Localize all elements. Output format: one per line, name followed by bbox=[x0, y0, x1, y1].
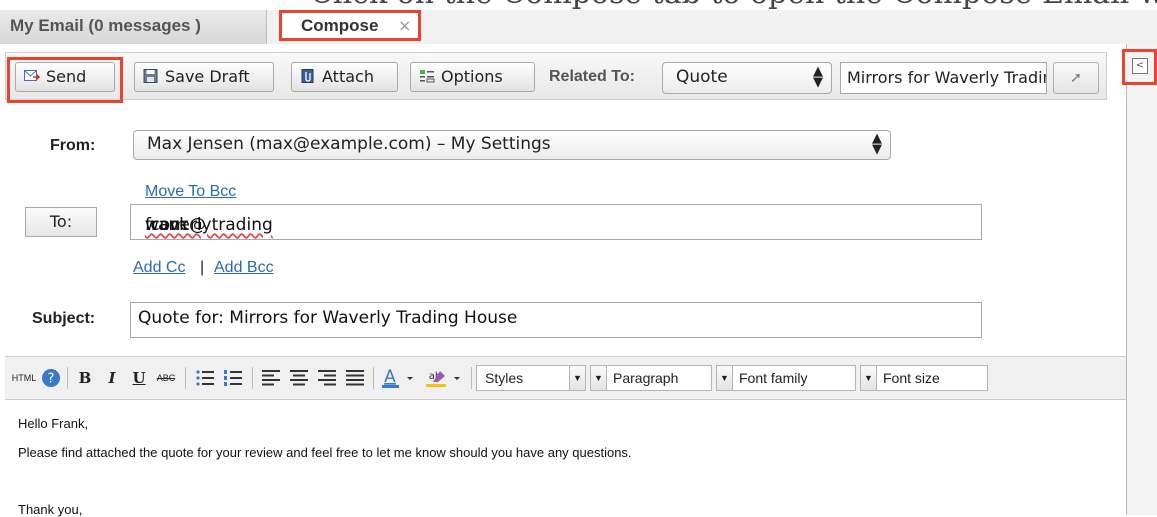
align-left-icon[interactable] bbox=[259, 366, 283, 390]
subject-input[interactable]: Quote for: Mirrors for Waverly Trading H… bbox=[130, 302, 982, 338]
toolbar-separator bbox=[67, 367, 68, 389]
help-icon[interactable]: ? bbox=[39, 366, 63, 390]
bullet-list-icon[interactable] bbox=[193, 366, 217, 390]
from-value: Max Jensen (max@example.com) – My Settin… bbox=[147, 134, 551, 154]
toolbar-separator bbox=[185, 367, 186, 389]
save-draft-label: Save Draft bbox=[165, 67, 250, 86]
chevron-left-icon: < bbox=[1132, 58, 1148, 74]
close-icon[interactable]: × bbox=[398, 16, 411, 35]
chevron-down-icon: ▼ bbox=[717, 366, 733, 390]
caption-text: Click on the Compose tab to open the Com… bbox=[310, 0, 1157, 10]
subject-label: Subject: bbox=[32, 310, 96, 327]
chevron-down-icon: ▼ bbox=[861, 366, 877, 390]
underline-button[interactable]: U bbox=[129, 366, 149, 390]
cursor-arrow-icon: ➚ bbox=[1070, 70, 1082, 86]
send-highlight bbox=[7, 57, 123, 103]
related-to-type-select[interactable]: Quote ▲ ▼ bbox=[662, 62, 832, 94]
to-input[interactable]: frank@ waverlytrading .com bbox=[130, 204, 982, 240]
add-bcc-link[interactable]: Add Bcc bbox=[214, 259, 274, 277]
subject-value: Quote for: Mirrors for Waverly Trading H… bbox=[138, 308, 518, 328]
editor-toolbar: HTML ? B I U ABC A ab Styles ▼ Paragraph… bbox=[5, 356, 1126, 400]
attach-label: Attach bbox=[322, 67, 374, 86]
highlight-color-icon[interactable]: ab bbox=[423, 366, 467, 390]
options-button[interactable]: Options bbox=[410, 62, 535, 92]
tab-compose[interactable]: Compose × bbox=[279, 10, 421, 41]
select-record-button[interactable]: ➚ bbox=[1053, 62, 1099, 94]
related-to-type-value: Quote bbox=[676, 67, 728, 87]
numbered-list-icon[interactable] bbox=[221, 366, 245, 390]
bold-button[interactable]: B bbox=[75, 366, 95, 390]
from-select[interactable]: Max Jensen (max@example.com) – My Settin… bbox=[133, 130, 891, 160]
toolbar-separator bbox=[471, 367, 472, 389]
paragraph-value: Paragraph bbox=[613, 370, 679, 386]
styles-dropdown[interactable]: Styles ▼ bbox=[476, 365, 586, 391]
tab-bar: My Email (0 messages ) Compose × bbox=[0, 10, 1157, 45]
related-record-input[interactable]: Mirrors for Waverly Trading House bbox=[840, 62, 1047, 94]
related-to-label: Related To: bbox=[549, 68, 635, 85]
attach-button[interactable]: Attach bbox=[291, 62, 398, 92]
strikethrough-button[interactable]: ABC bbox=[155, 366, 177, 390]
body-line-message: Please find attached the quote for your … bbox=[18, 445, 632, 460]
move-to-bcc-link[interactable]: Move To Bcc bbox=[145, 183, 236, 201]
styles-value: Styles bbox=[485, 370, 524, 386]
caption-strip: Click on the Compose tab to open the Com… bbox=[0, 0, 1157, 10]
svg-text:?: ? bbox=[48, 372, 55, 387]
select-arrows-icon: ▲ ▼ bbox=[813, 64, 823, 90]
floppy-disk-icon bbox=[143, 69, 158, 83]
body-line-greeting: Hello Frank, bbox=[18, 416, 89, 431]
chevron-down-icon: ▼ bbox=[591, 366, 607, 390]
options-label: Options bbox=[441, 67, 503, 86]
align-right-icon[interactable] bbox=[315, 366, 339, 390]
html-mode-button[interactable]: HTML bbox=[10, 366, 38, 390]
right-side-strip bbox=[1127, 44, 1157, 515]
font-family-dropdown[interactable]: Font family ▼ bbox=[716, 365, 856, 391]
align-center-icon[interactable] bbox=[287, 366, 311, 390]
tab-my-email[interactable]: My Email (0 messages ) bbox=[0, 10, 267, 44]
to-button-label: To: bbox=[49, 212, 73, 231]
related-record-value: Mirrors for Waverly Trading House bbox=[847, 68, 1046, 87]
from-label: From: bbox=[50, 137, 96, 154]
italic-button[interactable]: I bbox=[102, 366, 122, 390]
toolbar-separator bbox=[373, 367, 374, 389]
chevron-down-icon: ▼ bbox=[569, 366, 585, 390]
font-family-value: Font family bbox=[739, 370, 808, 386]
font-size-dropdown[interactable]: Font size ▼ bbox=[860, 365, 988, 391]
toolbar-separator bbox=[252, 367, 253, 389]
to-value-suffix: .com bbox=[145, 215, 187, 235]
select-arrows-icon: ▲ ▼ bbox=[872, 131, 882, 157]
add-cc-link[interactable]: Add Cc bbox=[133, 259, 185, 277]
to-address-book-button[interactable]: To: bbox=[25, 207, 97, 237]
options-icon bbox=[420, 70, 435, 83]
tab-my-email-label: My Email (0 messages ) bbox=[10, 16, 201, 35]
svg-text:A: A bbox=[384, 367, 396, 387]
save-draft-button[interactable]: Save Draft bbox=[134, 62, 274, 92]
align-justify-icon[interactable] bbox=[343, 366, 367, 390]
attachment-icon bbox=[301, 69, 314, 83]
collapse-panel-button[interactable]: < bbox=[1122, 49, 1157, 85]
email-body-editor[interactable]: Hello Frank, Please find attached the qu… bbox=[5, 400, 1126, 517]
font-size-value: Font size bbox=[883, 370, 940, 386]
paragraph-dropdown[interactable]: Paragraph ▼ bbox=[590, 365, 712, 391]
tab-compose-label: Compose bbox=[301, 16, 379, 35]
text-color-icon[interactable]: A bbox=[379, 366, 419, 390]
link-separator: | bbox=[200, 259, 205, 276]
